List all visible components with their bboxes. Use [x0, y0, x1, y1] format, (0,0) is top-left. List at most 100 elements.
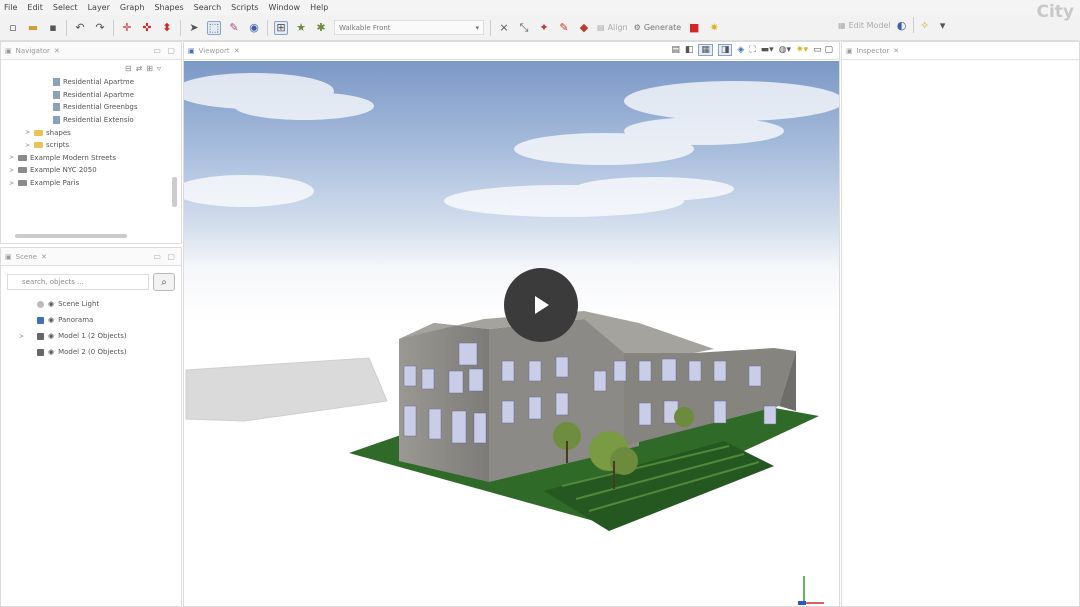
display-options-icon[interactable]: ◍▾: [779, 45, 791, 55]
search-icon: ⌕: [161, 276, 167, 288]
save-icon[interactable]: ▪: [46, 21, 60, 35]
vertical-scrollbar[interactable]: [172, 177, 177, 207]
menu-help[interactable]: Help: [310, 3, 328, 12]
simplify-icon[interactable]: ⤡: [517, 21, 531, 35]
tree-item[interactable]: Residential Apartme: [1, 89, 181, 102]
expand-icon[interactable]: >: [9, 154, 15, 161]
generate-label: Generate: [643, 23, 682, 32]
rule-file-icon: [53, 78, 60, 87]
scene-item[interactable]: > ◉ Model 1 (2 Objects): [1, 328, 181, 344]
stop-icon[interactable]: ■: [687, 21, 701, 35]
navigator-tab[interactable]: ▣ Navigator ✕ ▭ ▢: [1, 42, 181, 60]
frame-icon[interactable]: ⛶: [749, 45, 755, 55]
close-icon[interactable]: ✕: [41, 253, 47, 261]
open-folder-icon[interactable]: ▬: [26, 21, 40, 35]
paint-tool-icon[interactable]: ✎: [227, 21, 241, 35]
expand-icon[interactable]: >: [25, 142, 31, 149]
panel-controls[interactable]: ▭ ▢: [153, 46, 177, 55]
globe-icon[interactable]: ◈: [737, 45, 744, 55]
folder-icon: [34, 129, 43, 136]
panel-controls[interactable]: ▭ ▢: [813, 45, 833, 55]
scene-item-label: Panorama: [58, 316, 94, 324]
menu-file[interactable]: File: [4, 3, 17, 12]
cleanup-icon[interactable]: ⨯: [497, 21, 511, 35]
menu-search[interactable]: Search: [194, 3, 221, 12]
eye-icon[interactable]: ◉: [48, 348, 54, 356]
expand-icon[interactable]: >: [9, 167, 15, 174]
tree-item[interactable]: > Example Modern Streets: [1, 152, 181, 165]
eye-icon[interactable]: ◉: [48, 316, 54, 324]
tree-item-label: Residential Extensio: [63, 116, 134, 125]
generate-button[interactable]: ⚙ Generate: [634, 23, 682, 32]
street-tool-icon[interactable]: ⊞: [274, 20, 288, 35]
tree-item[interactable]: > scripts: [1, 139, 181, 152]
scene-item[interactable]: ◉ Scene Light: [1, 296, 181, 312]
chevron-down-icon: ▾: [475, 23, 479, 32]
view-menu-icon[interactable]: ▿: [157, 64, 161, 73]
tree-item[interactable]: Residential Apartme: [1, 76, 181, 89]
perspective-icon[interactable]: ◧: [685, 45, 694, 55]
rect-select-icon[interactable]: ⬚: [207, 20, 221, 35]
collapse-all-icon[interactable]: ⊟: [125, 64, 132, 73]
shading-icon[interactable]: ◨: [717, 44, 733, 56]
chevron-down-icon[interactable]: ▾: [936, 18, 950, 32]
camera-icon[interactable]: ▬▾: [761, 45, 774, 55]
horizontal-scrollbar[interactable]: [15, 234, 127, 238]
freehand-tool-icon[interactable]: ◉: [247, 21, 261, 35]
scene-tab[interactable]: ▣ Scene ✕ ▭ ▢: [1, 248, 181, 266]
scale-tool-icon[interactable]: ⬍: [160, 21, 174, 35]
scene-item[interactable]: ◉ Panorama: [1, 312, 181, 328]
play-video-button[interactable]: [504, 268, 578, 342]
close-icon[interactable]: ✕: [893, 47, 899, 55]
new-file-icon[interactable]: ▫: [6, 21, 20, 35]
menu-window[interactable]: Window: [269, 3, 301, 12]
scene-item-label: Model 2 (0 Objects): [58, 348, 127, 356]
globe-icon[interactable]: ◐: [895, 18, 909, 32]
wand-icon[interactable]: ✧: [918, 18, 932, 32]
expand-icon[interactable]: >: [9, 180, 15, 187]
assign-rule-icon[interactable]: ◆: [577, 21, 591, 35]
camera-bookmark-icon[interactable]: ▤: [671, 45, 680, 55]
select-tool-icon[interactable]: ➤: [187, 21, 201, 35]
layer-combo[interactable]: Walkable Front ▾: [334, 20, 484, 35]
close-icon[interactable]: ✕: [54, 47, 60, 55]
filter-icon[interactable]: ⊞: [146, 64, 153, 73]
tree-item[interactable]: Residential Greenbgs: [1, 101, 181, 114]
star-tool-icon[interactable]: ★: [294, 21, 308, 35]
grow-streets-icon[interactable]: ✦: [537, 21, 551, 35]
tree-item[interactable]: Residential Extensio: [1, 114, 181, 127]
inspector-tab[interactable]: ▣ Inspector ✕: [842, 42, 1079, 60]
eye-icon[interactable]: ◉: [48, 300, 54, 308]
light-icon[interactable]: ✷▾: [796, 45, 808, 55]
close-icon[interactable]: ✕: [234, 47, 240, 55]
search-input[interactable]: search, objects ...: [7, 274, 149, 290]
undo-icon[interactable]: ↶: [73, 21, 87, 35]
menu-shapes[interactable]: Shapes: [154, 3, 183, 12]
panorama-icon: [37, 316, 44, 324]
tree-item[interactable]: > Example NYC 2050: [1, 164, 181, 177]
search-button[interactable]: ⌕: [153, 273, 175, 291]
scene-item[interactable]: ◉ Model 2 (0 Objects): [1, 344, 181, 360]
view-mode-icon[interactable]: ▦: [698, 44, 713, 56]
edit-model-button[interactable]: ▦ Edit Model: [838, 21, 891, 30]
menu-layer[interactable]: Layer: [88, 3, 110, 12]
expand-icon[interactable]: >: [25, 129, 31, 136]
redo-icon[interactable]: ↷: [93, 21, 107, 35]
tree-item[interactable]: > shapes: [1, 126, 181, 139]
navigator-tree: Residential Apartme Residential Apartme …: [1, 76, 181, 189]
edit-pen-icon[interactable]: ✎: [557, 21, 571, 35]
panel-controls[interactable]: ▭ ▢: [153, 252, 177, 261]
move-tool-icon[interactable]: ✛: [120, 21, 134, 35]
menu-graph[interactable]: Graph: [120, 3, 145, 12]
menu-scripts[interactable]: Scripts: [231, 3, 258, 12]
link-icon[interactable]: ⇄: [136, 64, 143, 73]
menu-edit[interactable]: Edit: [27, 3, 43, 12]
eye-icon[interactable]: ◉: [48, 332, 54, 340]
tree-item[interactable]: > Example Paris: [1, 177, 181, 190]
crossing-tool-icon[interactable]: ✱: [314, 21, 328, 35]
expand-icon[interactable]: >: [19, 333, 25, 340]
rotate-tool-icon[interactable]: ✜: [140, 21, 154, 35]
menu-select[interactable]: Select: [53, 3, 78, 12]
align-button[interactable]: ▤ Align: [597, 23, 628, 32]
lightbulb-icon[interactable]: ✷: [707, 21, 721, 35]
